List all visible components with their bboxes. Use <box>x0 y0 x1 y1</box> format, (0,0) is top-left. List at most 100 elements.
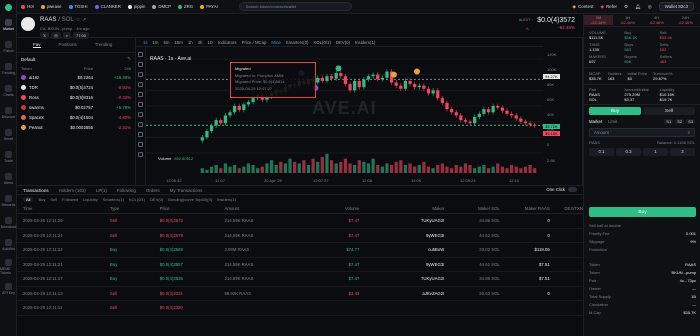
rail-autobot[interactable]: AutoBot <box>0 234 17 256</box>
sell-tab[interactable]: Sell <box>643 107 695 115</box>
rail-rewards[interactable]: Rewards <box>0 190 17 212</box>
filter-3[interactable]: Followed <box>62 197 78 202</box>
watchlist-row[interactable]: TDR $0.0(5)3724 -0.93% <box>17 82 135 92</box>
ticker-6[interactable]: ZRG <box>178 4 193 9</box>
rail-meme-tickets[interactable]: MEME Tickets <box>0 256 17 278</box>
table-row[interactable]: 2025-04-25 12:11:11 Sell $0.0(4)3330 <box>17 301 583 316</box>
chart-tool-4[interactable]: 1h <box>188 40 193 45</box>
chart-tool-9[interactable]: Mine <box>271 40 280 45</box>
filter-0[interactable]: All <box>23 197 34 202</box>
chart-tool-2[interactable]: 5m <box>164 40 170 45</box>
amount-input[interactable]: Amount <box>594 130 609 135</box>
watchlist-row[interactable]: swarms $0.02757 +5.78% <box>17 102 135 112</box>
watchlist-row[interactable]: Peanut $0.0002855 -2.31% <box>17 122 135 132</box>
lock-icon[interactable] <box>138 142 143 147</box>
ticker-2[interactable]: TOSHI <box>68 4 88 9</box>
slot-0[interactable]: S1 <box>664 119 674 124</box>
search-input[interactable]: Search token/contract/wallet <box>238 2 352 11</box>
filter-6[interactable]: KOL(0/1) <box>129 197 145 202</box>
filter-5[interactable]: Smarters(1) <box>103 197 124 202</box>
rail-trade[interactable]: Trade <box>0 146 17 168</box>
refer-button[interactable]: ◆ Refer <box>600 4 616 10</box>
filter-7[interactable]: DEV(0) <box>150 197 163 202</box>
left-tab-1[interactable]: Positions <box>59 42 77 48</box>
watchlist-row[interactable]: Ross $0.0(5)8316 -0.33% <box>17 92 135 102</box>
ticker-5[interactable]: DMCP <box>152 4 171 9</box>
filter-2[interactable]: Sell <box>50 197 57 202</box>
cell-m[interactable]: cu5BoW <box>359 247 444 252</box>
quick-amount-button[interactable]: 3 <box>670 148 695 156</box>
bottom-tab-4[interactable]: Orders <box>146 188 160 193</box>
cell-m[interactable]: aJKvZAG2I <box>359 291 444 296</box>
chart-tool-10[interactable]: Smarters(0) <box>286 40 309 45</box>
bottom-tab-2[interactable]: LP(1) <box>96 188 107 193</box>
filter-1[interactable]: Buy <box>38 197 45 202</box>
table-row[interactable]: 2025-04-25 12:11:24 Sell $0.0(4)3578 214.59… <box>17 229 583 243</box>
ticker-3[interactable]: CLANKER <box>94 4 121 9</box>
settings-icon[interactable]: ⚙ <box>624 4 628 10</box>
bottom-tab-3[interactable]: Following <box>117 188 136 193</box>
chart-tool-12[interactable]: DEV(0) <box>336 40 350 45</box>
buy-tab[interactable]: Buy <box>589 107 641 115</box>
ticker-1[interactable]: pwease <box>40 4 62 9</box>
trash-icon[interactable] <box>138 152 143 157</box>
logo[interactable] <box>0 0 17 14</box>
chart-tool-5[interactable]: 4h <box>198 40 203 45</box>
filter-8[interactable]: Bonding(curve Top50)(0) <box>168 197 212 202</box>
setting-row[interactable]: Slippage 9% <box>589 237 696 245</box>
left-tab-0[interactable]: Fav <box>33 42 41 48</box>
table-row[interactable]: 2025-04-25 12:11:22 Buy $0.0(4)3569 2.09M R… <box>17 243 583 258</box>
chart-tool-8[interactable]: Price / MCap <box>242 40 267 45</box>
limit-tab[interactable]: Limit <box>608 119 617 124</box>
quick-amount-button[interactable]: 0.1 <box>589 148 614 156</box>
timeframe-stat[interactable]: 24H -62.46% <box>671 15 700 25</box>
audit-label[interactable]: AUDIT › <box>519 17 533 22</box>
ticker-4[interactable]: pippin <box>127 4 145 9</box>
filter-9[interactable]: Insiders(1) <box>217 197 236 202</box>
pattern-icon[interactable] <box>138 102 143 107</box>
rail-api-key[interactable]: API Key <box>0 278 17 300</box>
setting-row[interactable]: Sell half at double <box>589 221 696 229</box>
edit-icon[interactable]: ✎ <box>127 56 131 62</box>
bottom-tab-5[interactable]: My Transactions <box>170 188 203 193</box>
timeframe-stat[interactable]: 4H -62.46% <box>642 15 671 25</box>
rail-download[interactable]: Download <box>0 212 17 234</box>
notification-icon[interactable]: 🔔︎ <box>635 4 641 10</box>
slot-2[interactable]: S3 <box>686 119 695 124</box>
slot-1[interactable]: S2 <box>675 119 685 124</box>
watchlist-section[interactable]: Default ✎ <box>17 53 135 65</box>
share-icon[interactable]: ↗ <box>82 17 86 23</box>
timeframe-stat[interactable]: 5M -62.46% <box>584 15 613 25</box>
cell-m[interactable]: 9yWEG3I <box>359 233 444 238</box>
rail-follow[interactable]: Follow <box>0 36 17 58</box>
left-tab-2[interactable]: Trending <box>95 42 113 48</box>
fib-icon[interactable] <box>138 72 143 77</box>
table-row[interactable]: 2025-04-25 12:11:17 Buy $0.0(4)3535 214.59K… <box>17 272 583 287</box>
bottom-tab-0[interactable]: Transactions <box>23 188 49 193</box>
quick-amount-button[interactable]: 0.3 <box>616 148 641 156</box>
timeframe-stat[interactable]: 1H -62.46% <box>613 15 642 25</box>
rail-discover[interactable]: Discover <box>0 102 17 124</box>
wallet-button[interactable]: Wallet 82c3 <box>658 2 694 11</box>
buy-button[interactable]: Buy <box>589 207 696 217</box>
market-tab[interactable]: Market <box>589 119 602 124</box>
star-icon[interactable]: ☆ <box>76 17 80 23</box>
watchlist-row[interactable]: ai16z $0.2264 +16.48% <box>17 72 135 82</box>
rail-alerts[interactable]: Alerts <box>0 168 17 190</box>
text-icon[interactable] <box>138 92 143 97</box>
chart-tool-0[interactable]: 1s <box>143 40 148 45</box>
one-click-toggle[interactable] <box>568 187 577 192</box>
crosshair-icon[interactable] <box>138 52 143 57</box>
trendline-icon[interactable] <box>138 62 143 67</box>
ticker-7[interactable]: PAYAI <box>200 4 218 9</box>
cell-m[interactable]: 7UKyUAG2I <box>359 276 444 281</box>
token-address[interactable]: CA: BKUN...pump <box>40 26 72 31</box>
brush-icon[interactable] <box>138 82 143 87</box>
rail-smart[interactable]: Smart <box>0 124 17 146</box>
rail-market[interactable]: Market <box>0 14 17 36</box>
ticker-0[interactable]: Hot <box>21 4 34 9</box>
chart-tool-11[interactable]: KOL(0/1) <box>313 40 330 45</box>
chart-tool-7[interactable]: Indicators <box>218 40 237 45</box>
quick-amount-button[interactable]: 1 <box>643 148 668 156</box>
rail-trending[interactable]: Trending <box>0 58 17 80</box>
